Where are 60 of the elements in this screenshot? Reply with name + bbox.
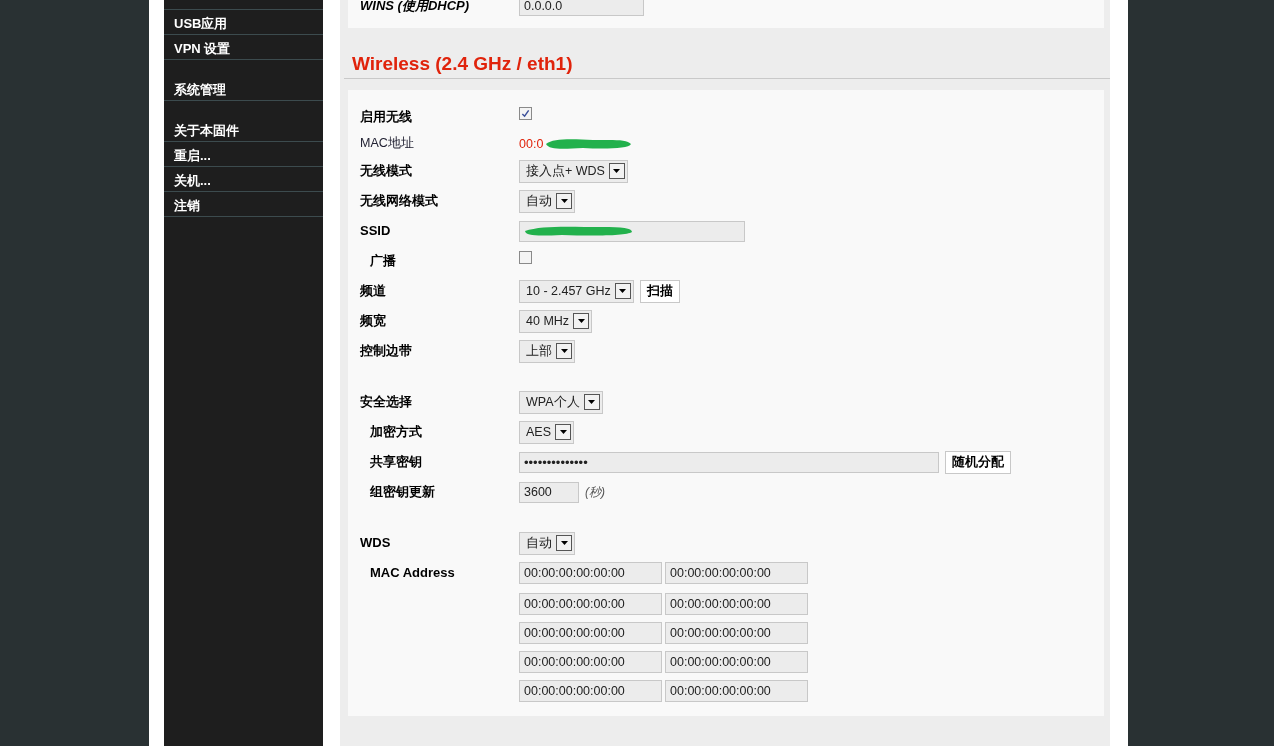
sidebar-item[interactable]: USB应用 bbox=[164, 10, 323, 35]
dropdown[interactable]: 40 MHz bbox=[519, 309, 593, 333]
field-label: 频道 bbox=[359, 282, 387, 300]
field-label: 加密方式 bbox=[369, 423, 423, 441]
caret-icon bbox=[559, 430, 567, 434]
field-label: 频宽 bbox=[359, 312, 387, 330]
sidebar-item[interactable]: 关于本固件 bbox=[164, 117, 323, 142]
mac-address-field[interactable]: 00:00:00:00:00:00 bbox=[519, 562, 662, 584]
mac-address-field[interactable]: 00:00:00:00:00:00 bbox=[665, 562, 808, 584]
sidebar-item[interactable]: 注销 bbox=[164, 192, 323, 217]
dropdown[interactable]: AES bbox=[519, 420, 574, 444]
password-field[interactable]: •••••••••••••• bbox=[519, 451, 939, 473]
mac-address-field[interactable]: 00:00:00:00:00:00 bbox=[665, 651, 808, 673]
dropdown[interactable]: WPA个人 bbox=[519, 390, 603, 414]
input-field[interactable]: 0.0.0.0 bbox=[519, 0, 644, 16]
input-field[interactable]: 3600 bbox=[519, 481, 579, 503]
scan-button[interactable]: 扫描 bbox=[639, 279, 680, 303]
field-label: 共享密钥 bbox=[369, 453, 423, 471]
field-label: MAC Address bbox=[369, 564, 456, 582]
mac-address-field[interactable]: 00:00:00:00:00:00 bbox=[519, 651, 662, 673]
caret-icon bbox=[619, 289, 627, 293]
mac-address-field[interactable]: 00:00:00:00:00:00 bbox=[665, 622, 808, 644]
caret-icon bbox=[613, 169, 621, 173]
field-label: 组密钥更新 bbox=[369, 483, 436, 501]
caret-icon bbox=[560, 541, 568, 545]
mac-address-field[interactable]: 00:00:00:00:00:00 bbox=[519, 622, 662, 644]
sidebar-item[interactable]: VPN 设置 bbox=[164, 35, 323, 60]
mac-address-field[interactable]: 00:00:00:00:00:00 bbox=[519, 680, 662, 702]
field-label: 安全选择 bbox=[359, 393, 413, 411]
unit-label: (秒) bbox=[585, 483, 605, 501]
random-button[interactable]: 随机分配 bbox=[945, 450, 1011, 474]
mac-address-field[interactable]: 00:00:00:00:00:00 bbox=[519, 593, 662, 615]
field-label: 控制边带 bbox=[359, 342, 413, 360]
field-label: MAC地址 bbox=[359, 135, 415, 152]
dropdown[interactable]: 自动 bbox=[519, 189, 575, 213]
sidebar-item[interactable]: 系统管理 bbox=[164, 76, 323, 101]
sidebar-item[interactable]: 关机... bbox=[164, 167, 323, 192]
field-label: SSID bbox=[359, 222, 392, 240]
caret-icon bbox=[577, 319, 585, 323]
dropdown[interactable]: 10 - 2.457 GHz bbox=[519, 279, 634, 303]
field-label: 无线模式 bbox=[359, 162, 413, 180]
field-label: 广播 bbox=[369, 252, 397, 270]
mac-address-field[interactable]: 00:00:00:00:00:00 bbox=[665, 593, 808, 615]
field-label: 启用无线 bbox=[359, 108, 413, 126]
mac-value: 00:0 bbox=[519, 137, 544, 151]
dropdown[interactable]: 上部 bbox=[519, 339, 575, 363]
checkbox[interactable] bbox=[519, 250, 532, 264]
caret-icon bbox=[588, 400, 596, 404]
mac-address-field[interactable]: 00:00:00:00:00:00 bbox=[665, 680, 808, 702]
dropdown[interactable]: 自动 bbox=[519, 531, 575, 555]
sidebar-item[interactable]: 重启... bbox=[164, 142, 323, 167]
caret-icon bbox=[560, 199, 568, 203]
caret-icon bbox=[560, 349, 568, 353]
checkbox[interactable] bbox=[519, 106, 532, 120]
input-field[interactable] bbox=[519, 220, 745, 242]
field-label: 无线网络模式 bbox=[359, 192, 439, 210]
dropdown[interactable]: 接入点+ WDS bbox=[519, 159, 628, 183]
field-label: WINS (使用DHCP) bbox=[359, 0, 471, 15]
field-label: WDS bbox=[359, 534, 392, 552]
section-title: Wireless (2.4 GHz / eth1) bbox=[344, 53, 1110, 79]
